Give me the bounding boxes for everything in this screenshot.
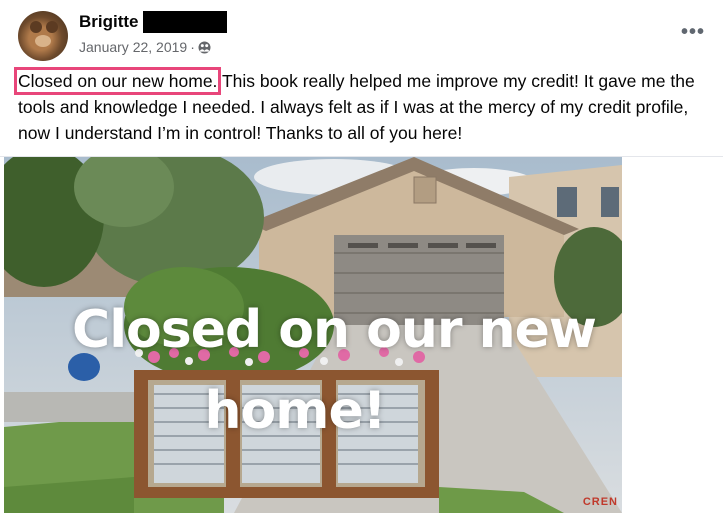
- redaction-box: [142, 11, 227, 33]
- author-name[interactable]: Brigitte: [79, 12, 139, 32]
- more-dots-icon[interactable]: •••: [679, 18, 707, 46]
- post-meta: January 22, 2019 ·: [79, 39, 211, 55]
- avatar-snout: [35, 35, 51, 47]
- watermark: CREN: [582, 496, 618, 508]
- overlay-caption-line1: Closed on our new: [72, 300, 597, 360]
- avatar-ear: [30, 21, 42, 33]
- post-photo[interactable]: Closed on our new home! CREN: [4, 157, 622, 513]
- author-row: Brigitte: [79, 11, 227, 33]
- friends-icon[interactable]: [198, 41, 211, 54]
- meta-separator: ·: [190, 39, 195, 55]
- post-date[interactable]: January 22, 2019: [79, 39, 187, 55]
- avatar-ear: [46, 21, 58, 33]
- highlighted-text: Closed on our new home.: [13, 67, 222, 95]
- author-avatar[interactable]: [18, 11, 68, 61]
- post-body: Closed on our new home. This book really…: [13, 67, 710, 146]
- overlay-caption-line2: home!: [204, 381, 387, 441]
